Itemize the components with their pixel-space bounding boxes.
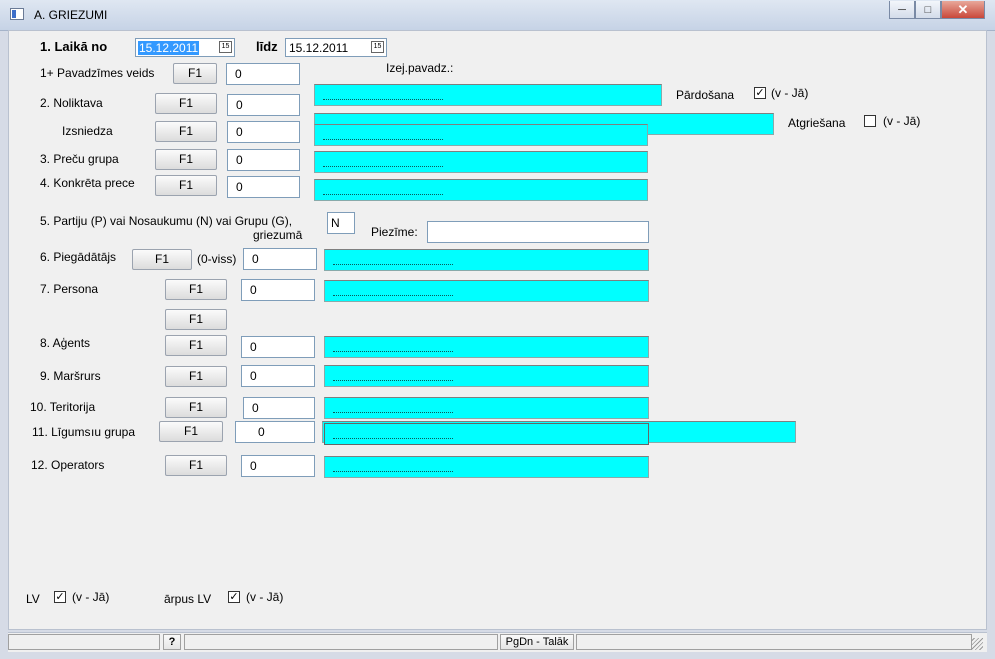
- konkreta-prece-f1-button[interactable]: F1: [155, 175, 217, 196]
- calendar-icon[interactable]: 15: [219, 41, 232, 53]
- atgriesana-label: Atgriešana: [788, 116, 846, 130]
- lv-checkbox[interactable]: ✓: [54, 591, 66, 603]
- atgriesana-hint: (v - Jā): [883, 114, 921, 128]
- agents-label: 8. Aģents: [40, 336, 91, 350]
- operators-label: 12. Operators: [31, 458, 105, 472]
- izsniedza-lookup: [314, 124, 648, 146]
- izsniedza-input[interactable]: 0: [227, 121, 300, 143]
- arpus-lv-checkbox[interactable]: ✓: [228, 591, 240, 603]
- atgriesana-checkbox[interactable]: [864, 115, 876, 127]
- minimize-icon: ─: [898, 3, 906, 16]
- ligums-input[interactable]: 0: [235, 421, 315, 443]
- teritorija-lookup: [324, 397, 649, 419]
- izsniedza-f1-button[interactable]: F1: [155, 121, 217, 142]
- piezime-label: Piezīme:: [371, 225, 418, 239]
- window-title: A. GRIEZUMI: [34, 8, 108, 22]
- app-icon: [10, 8, 24, 20]
- teritorija-f1-button[interactable]: F1: [165, 397, 227, 418]
- teritorija-label: 10. Teritorija: [30, 400, 96, 414]
- izej-pavadz-label: Izej.pavadz.:: [386, 61, 454, 75]
- window: { "window": { "title": "A. GRIEZUMI", "c…: [0, 0, 995, 659]
- partiju-label-2: griezumā: [253, 228, 303, 242]
- ligums-f1-button[interactable]: F1: [159, 421, 223, 442]
- date-to-field[interactable]: 15.12.2011 15: [285, 38, 387, 57]
- piegadatajs-label: 6. Piegādātājs: [40, 250, 117, 264]
- marsruts-lookup: [324, 365, 649, 387]
- close-icon: ✕: [957, 1, 969, 17]
- noliktava-f1-button[interactable]: F1: [155, 93, 217, 114]
- precu-grupa-lookup: [314, 151, 648, 173]
- next-page-button[interactable]: PgDn - Talāk: [500, 634, 574, 650]
- pardosana-label: Pārdošana: [676, 88, 735, 102]
- piegadatajs-input[interactable]: 0: [243, 248, 317, 270]
- minimize-button[interactable]: ─: [889, 1, 915, 19]
- pardosana-checkbox[interactable]: ✓: [754, 87, 766, 99]
- ligums-overlap-label: ıu grupa: [91, 425, 136, 439]
- partiju-input[interactable]: N: [327, 212, 355, 234]
- konkreta-prece-lookup: [314, 179, 648, 201]
- maximize-button[interactable]: □: [915, 1, 941, 19]
- period-from-label: 1. Laikā no: [40, 39, 108, 54]
- konkreta-prece-label: 4. Konkrēta prece: [40, 176, 135, 190]
- precu-grupa-f1-button[interactable]: F1: [155, 149, 217, 170]
- operators-lookup: [324, 456, 649, 478]
- arpus-lv-label: ārpus LV: [164, 592, 212, 606]
- ligums-lookup: [324, 423, 649, 445]
- close-button[interactable]: ✕: [941, 1, 985, 19]
- persona-lookup: [324, 280, 649, 302]
- operators-input[interactable]: 0: [241, 455, 315, 477]
- pardosana-hint: (v - Jā): [771, 86, 809, 100]
- piegadatajs-hint: (0-viss): [197, 252, 237, 266]
- noliktava-input[interactable]: 0: [227, 94, 300, 116]
- precu-grupa-label: 3. Preču grupa: [40, 152, 119, 166]
- status-cell-middle: [184, 634, 498, 650]
- noliktava-lookup: [314, 84, 662, 106]
- partiju-label: 5. Partiju (P) vai Nosaukumu (N) vai Gru…: [40, 214, 293, 228]
- status-cell-right: [576, 634, 972, 650]
- marsruts-label: 9. Maršrurs: [40, 369, 101, 383]
- precu-grupa-input[interactable]: 0: [227, 149, 300, 171]
- maximize-icon: □: [924, 3, 932, 16]
- agents-lookup: [324, 336, 649, 358]
- marsruts-input[interactable]: 0: [241, 365, 315, 387]
- persona-f1-button[interactable]: F1: [165, 279, 227, 300]
- help-button[interactable]: ?: [163, 634, 181, 650]
- status-cell: [8, 634, 160, 650]
- arpus-lv-hint: (v - Jā): [246, 590, 284, 604]
- lv-hint: (v - Jā): [72, 590, 110, 604]
- extra-f1-button[interactable]: F1: [165, 309, 227, 330]
- pavadzimes-input[interactable]: 0: [226, 63, 300, 85]
- calendar-icon[interactable]: 15: [371, 41, 384, 53]
- window-controls: ─ □ ✕: [889, 1, 985, 20]
- agents-input[interactable]: 0: [241, 336, 315, 358]
- status-bar: ? PgDn - Talāk: [8, 632, 987, 652]
- teritorija-input[interactable]: 0: [243, 397, 315, 419]
- marsruts-f1-button[interactable]: F1: [165, 366, 227, 387]
- ligums-label: 11. Līgums: [32, 425, 91, 439]
- piegadatajs-f1-button[interactable]: F1: [132, 249, 192, 270]
- date-from-value: 15.12.2011: [138, 41, 200, 55]
- period-to-label: līdz: [256, 39, 278, 54]
- izsniedza-label: Izsniedza: [62, 124, 113, 138]
- persona-label: 7. Persona: [40, 282, 99, 296]
- title-bar: A. GRIEZUMI ─ □ ✕: [0, 0, 995, 31]
- noliktava-label: 2. Noliktava: [40, 96, 103, 110]
- agents-f1-button[interactable]: F1: [165, 335, 227, 356]
- resize-grip-icon[interactable]: [971, 638, 983, 650]
- piezime-input[interactable]: [427, 221, 649, 243]
- piegadatajs-lookup: [324, 249, 649, 271]
- form-area: 1. Laikā no 15.12.2011 15 līdz 15.12.201…: [8, 30, 987, 630]
- date-from-field[interactable]: 15.12.2011 15: [135, 38, 235, 57]
- pavadzimes-label: 1+ Pavadzīmes veids: [40, 66, 155, 80]
- konkreta-prece-input[interactable]: 0: [227, 176, 300, 198]
- lv-label: LV: [26, 592, 40, 606]
- date-to-value: 15.12.2011: [289, 41, 349, 55]
- pavadzimes-f1-button[interactable]: F1: [173, 63, 217, 84]
- persona-input[interactable]: 0: [241, 279, 315, 301]
- operators-f1-button[interactable]: F1: [165, 455, 227, 476]
